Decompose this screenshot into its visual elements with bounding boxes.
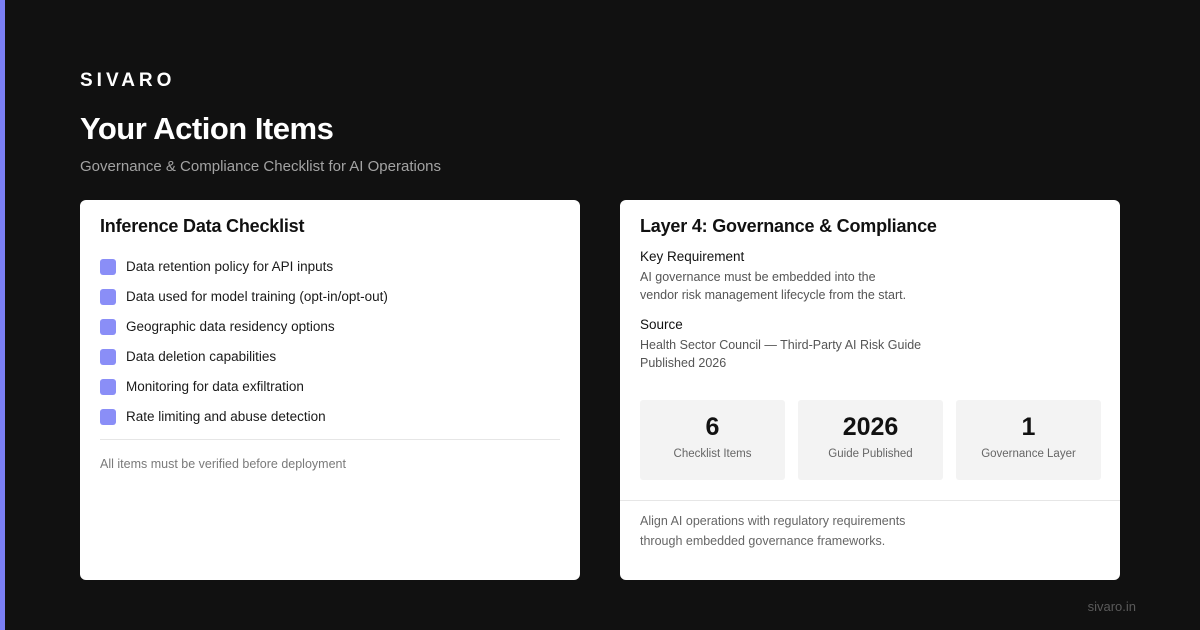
checklist-item-label: Data used for model training (opt-in/opt…	[126, 289, 388, 304]
source-label: Source	[640, 317, 683, 332]
checklist: Data retention policy for API inputs Dat…	[100, 252, 388, 432]
stat-label: Checklist Items	[673, 448, 752, 460]
checklist-item[interactable]: Rate limiting and abuse detection	[100, 402, 388, 432]
governance-footnote: Align AI operations with regulatory requ…	[640, 511, 940, 551]
checkbox-icon[interactable]	[100, 409, 116, 425]
governance-compliance-card: Layer 4: Governance & Compliance Key Req…	[620, 200, 1120, 580]
stat-governance-layer: 1 Governance Layer	[956, 400, 1101, 480]
stat-label: Guide Published	[828, 448, 913, 460]
checklist-item-label: Monitoring for data exfiltration	[126, 379, 304, 394]
checklist-item[interactable]: Data retention policy for API inputs	[100, 252, 388, 282]
accent-bar	[0, 0, 5, 630]
checkbox-icon[interactable]	[100, 379, 116, 395]
divider	[100, 439, 560, 440]
checklist-item-label: Rate limiting and abuse detection	[126, 409, 326, 424]
source-line-2: Published 2026	[640, 356, 727, 370]
site-url[interactable]: sivaro.in	[1088, 599, 1136, 615]
checklist-item-label: Geographic data residency options	[126, 319, 335, 334]
checklist-item-label: Data deletion capabilities	[126, 349, 277, 364]
checkbox-icon[interactable]	[100, 349, 116, 365]
checkbox-icon[interactable]	[100, 259, 116, 275]
checklist-item[interactable]: Data used for model training (opt-in/opt…	[100, 282, 388, 312]
checklist-item[interactable]: Monitoring for data exfiltration	[100, 372, 388, 402]
page-title: Your Action Items	[80, 111, 334, 146]
card-title: Layer 4: Governance & Compliance	[640, 216, 937, 236]
governance-footnote-line-2: through embedded governance frameworks.	[640, 534, 886, 548]
checklist-footnote: All items must be verified before deploy…	[100, 457, 346, 471]
key-requirement-line-2: vendor risk management lifecycle from th…	[640, 288, 907, 302]
checkbox-icon[interactable]	[100, 319, 116, 335]
governance-footnote-line-1: Align AI operations with regulatory requ…	[640, 514, 906, 528]
page-subtitle: Governance & Compliance Checklist for AI…	[80, 158, 442, 175]
divider	[620, 500, 1120, 501]
checklist-item[interactable]: Data deletion capabilities	[100, 342, 388, 372]
checkbox-icon[interactable]	[100, 289, 116, 305]
card-title: Inference Data Checklist	[100, 216, 305, 236]
stat-guide-published: 2026 Guide Published	[798, 400, 943, 480]
stat-checklist-items: 6 Checklist Items	[640, 400, 785, 480]
source-line-1: Health Sector Council — Third-Party AI R…	[640, 338, 922, 352]
stat-value: 2026	[842, 413, 899, 441]
key-requirement-label: Key Requirement	[640, 249, 745, 264]
stat-value: 6	[705, 413, 720, 441]
key-requirement-line-1: AI governance must be embedded into the	[640, 270, 876, 284]
inference-data-checklist-card: Inference Data Checklist Data retention …	[80, 200, 580, 580]
checklist-item-label: Data retention policy for API inputs	[126, 259, 334, 274]
checklist-item[interactable]: Geographic data residency options	[100, 312, 388, 342]
brand-logo: SIVARO	[80, 70, 176, 91]
stat-value: 1	[1021, 413, 1036, 441]
stat-label: Governance Layer	[981, 448, 1076, 460]
